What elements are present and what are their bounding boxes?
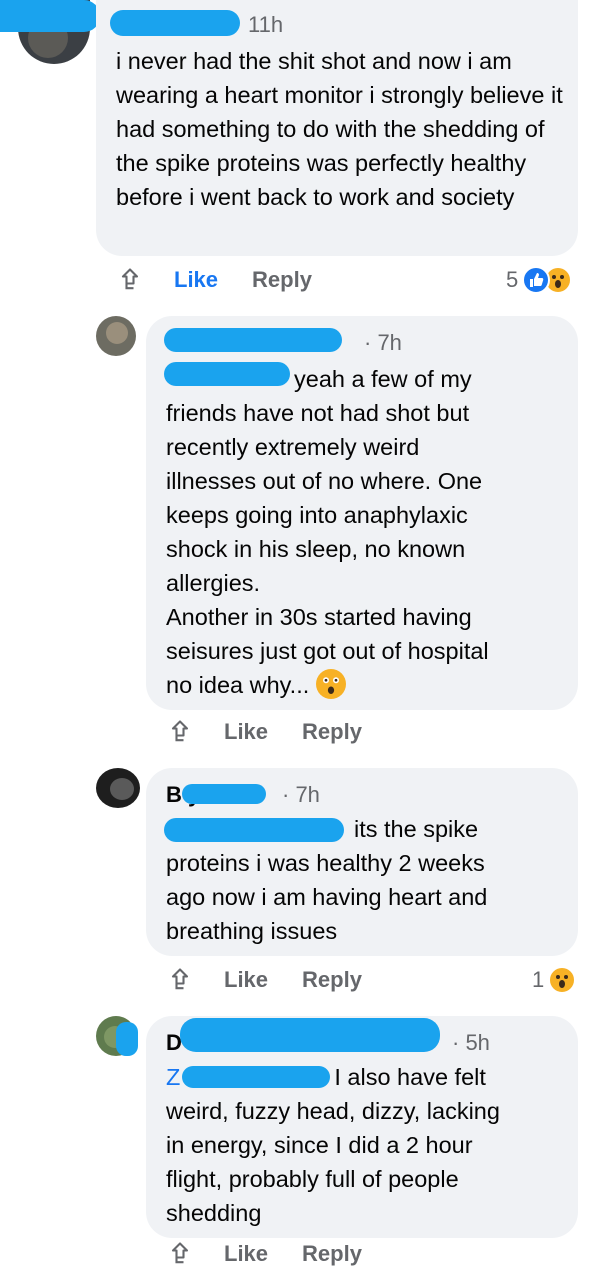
comment-line: friends have not had shot but bbox=[166, 400, 470, 426]
comment-line: no idea why... bbox=[166, 672, 310, 698]
reaction-count: 5 bbox=[506, 267, 519, 292]
comment-line: recently extremely weird bbox=[166, 434, 420, 460]
redaction-mark bbox=[182, 784, 266, 804]
like-button[interactable]: Like bbox=[224, 719, 268, 745]
comment-line: ago now i am having heart and bbox=[166, 884, 488, 910]
comment-body: i never had the shit shot and now i am w… bbox=[116, 48, 563, 210]
avatar[interactable] bbox=[96, 768, 140, 808]
comment-line: proteins i was healthy 2 weeks bbox=[166, 850, 485, 876]
share-icon[interactable] bbox=[166, 966, 194, 994]
comment-text: yeah a few of my friends have not had sh… bbox=[166, 362, 566, 702]
comment-line: keeps going into anaphylaxic bbox=[166, 502, 468, 528]
share-icon[interactable] bbox=[116, 266, 144, 294]
comment-line: flight, probably full of people bbox=[166, 1166, 459, 1192]
redaction-mark bbox=[164, 328, 342, 352]
comment-line: shedding bbox=[166, 1200, 262, 1226]
comment-text: its the spike proteins i was healthy 2 w… bbox=[166, 812, 566, 948]
avatar[interactable] bbox=[96, 316, 136, 356]
comment-line: illnesses out of no where. One bbox=[166, 468, 483, 494]
comment-time[interactable]: · 7h bbox=[364, 330, 402, 356]
redaction-mark bbox=[182, 1066, 331, 1088]
reply-button[interactable]: Reply bbox=[302, 1241, 362, 1267]
like-button[interactable]: Like bbox=[174, 267, 218, 293]
share-icon[interactable] bbox=[166, 1240, 194, 1268]
comment-line: shock in his sleep, no known bbox=[166, 536, 466, 562]
reaction-summary[interactable]: 1 bbox=[532, 960, 577, 1000]
comment-line: I also have felt bbox=[334, 1064, 486, 1090]
comment-time[interactable]: · 5h bbox=[452, 1030, 490, 1056]
comment-line: allergies. bbox=[166, 570, 261, 596]
reply-button[interactable]: Reply bbox=[302, 719, 362, 745]
comment-line: its the spike bbox=[354, 816, 479, 842]
redaction-mark bbox=[116, 1022, 138, 1056]
like-icon bbox=[522, 266, 551, 294]
reply-button[interactable]: Reply bbox=[252, 267, 312, 293]
reply-button[interactable]: Reply bbox=[302, 967, 362, 993]
comment-line: breathing issues bbox=[166, 918, 338, 944]
comment-line: seisures just got out of hospital bbox=[166, 638, 489, 664]
comment-time[interactable]: · 7h bbox=[282, 782, 320, 808]
like-button[interactable]: Like bbox=[224, 967, 268, 993]
comment-actions: Like Reply bbox=[166, 712, 362, 752]
share-icon[interactable] bbox=[166, 718, 194, 746]
comment-text: Z I also have felt weird, fuzzy head, diz… bbox=[166, 1060, 566, 1230]
redaction-mark bbox=[110, 10, 240, 36]
comment-actions: Like Reply bbox=[116, 260, 312, 300]
redaction-mark bbox=[0, 0, 100, 32]
comment-actions: Like Reply bbox=[166, 1234, 362, 1274]
reaction-summary[interactable]: 5 bbox=[506, 260, 573, 300]
comment-line: yeah a few of my bbox=[294, 366, 472, 392]
comment-actions: Like Reply bbox=[166, 960, 362, 1000]
comment-text: i never had the shit shot and now i am w… bbox=[116, 44, 566, 214]
comment-line: weird, fuzzy head, dizzy, lacking bbox=[166, 1098, 500, 1124]
reaction-count: 1 bbox=[532, 967, 545, 992]
comment-line: Another in 30s started having bbox=[166, 604, 472, 630]
wow-icon bbox=[548, 966, 577, 994]
astonished-emoji-icon bbox=[315, 669, 346, 699]
comment-time[interactable]: 11h bbox=[248, 12, 283, 38]
mention-link[interactable]: Z bbox=[166, 1064, 180, 1090]
like-button[interactable]: Like bbox=[224, 1241, 268, 1267]
comment-line: in energy, since I did a 2 hour bbox=[166, 1132, 473, 1158]
redaction-mark bbox=[180, 1018, 440, 1052]
